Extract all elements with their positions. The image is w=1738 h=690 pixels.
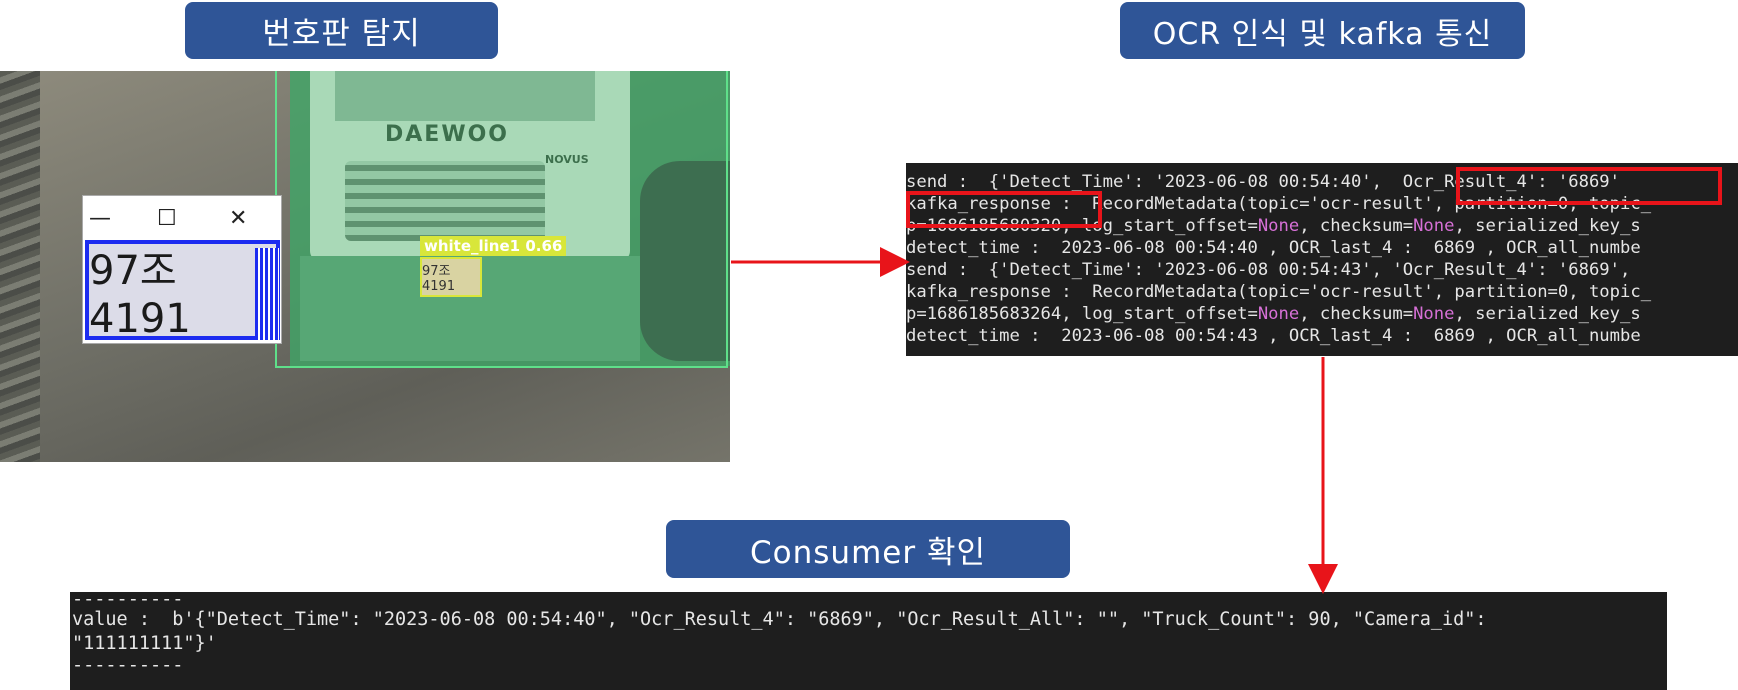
none-keyword: None — [1413, 304, 1455, 324]
terminal-line: send : {'Detect_Time': '2023-06-08 00:54… — [906, 260, 1631, 280]
plate-crop-stack — [255, 248, 279, 340]
plate-crop-window[interactable]: — ☐ ✕ 97조4191 — [82, 195, 282, 344]
terminal-line: detect_time : 2023-06-08 00:54:40 , OCR_… — [906, 238, 1641, 258]
terminal-line: value : b'{"Detect_Time": "2023-06-08 00… — [72, 609, 1487, 630]
line-text: , serialized_key_s — [1454, 216, 1641, 236]
ocr-result-highlight — [1456, 167, 1722, 205]
header-ocr-kafka: OCR 인식 및 kafka 통신 — [1120, 2, 1525, 59]
line-text: , checksum= — [1299, 304, 1414, 324]
line-text: , serialized_key_s — [1454, 304, 1641, 324]
terminal-line: kafka_response : RecordMetadata(topic='o… — [906, 282, 1652, 302]
header-plate-detection: 번호판 탐지 — [185, 2, 498, 59]
consumer-terminal: ---------- value : b'{"Detect_Time": "20… — [70, 592, 1667, 690]
line-text: p=1686185683264, log_start_offset= — [906, 304, 1258, 324]
none-keyword: None — [1257, 304, 1300, 324]
close-icon[interactable]: ✕ — [229, 206, 247, 231]
rock-wall — [0, 71, 40, 462]
terminal-line: detect_time : 2023-06-08 00:54:43 , OCR_… — [906, 326, 1641, 346]
window-titlebar[interactable]: — ☐ ✕ — [83, 196, 281, 238]
detection-label: white_line1 0.66 — [420, 236, 567, 256]
maximize-icon[interactable]: ☐ — [157, 206, 177, 231]
truck-bounding-box — [275, 71, 728, 368]
none-keyword: None — [1257, 216, 1300, 236]
line-text: , checksum= — [1299, 216, 1414, 236]
header-consumer: Consumer 확인 — [666, 520, 1070, 578]
terminal-line: "111111111"}' — [72, 633, 217, 654]
terminal-line: p=1686185683264, log_start_offset=None, … — [906, 303, 1641, 325]
kafka-response-highlight — [906, 191, 1102, 228]
plate-detection-box: 97조4191 — [420, 257, 482, 297]
camera-detection-image: DAEWOO NOVUS white_line1 0.66 97조4191 — … — [0, 71, 730, 462]
minimize-icon[interactable]: — — [89, 206, 111, 231]
terminal-line: ---------- — [72, 655, 184, 676]
terminal-line-cutoff: - - - - - - — [906, 163, 1020, 171]
none-keyword: None — [1413, 216, 1455, 236]
license-plate-crop: 97조4191 — [85, 240, 280, 342]
